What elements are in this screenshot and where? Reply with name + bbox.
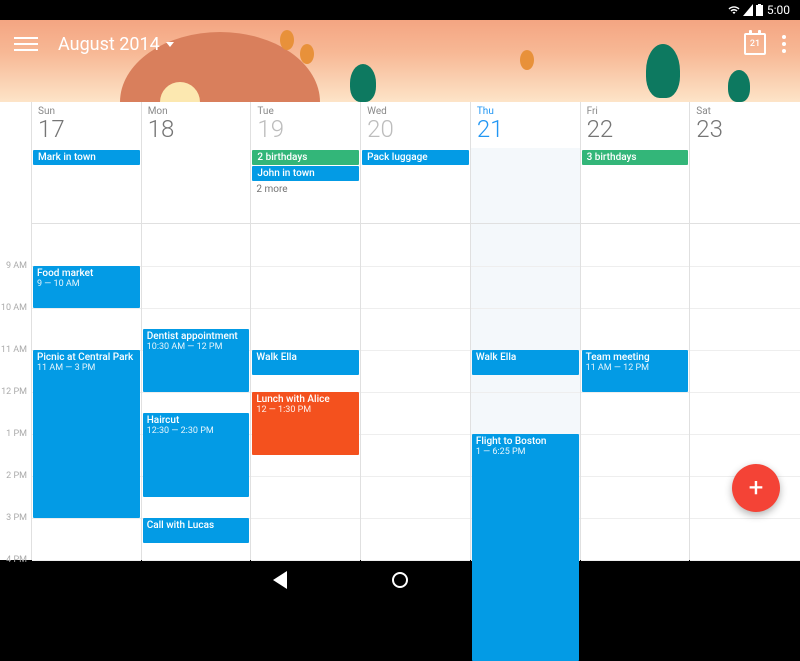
calendar-event[interactable]: Walk Ella xyxy=(252,350,359,375)
circle-home-icon xyxy=(392,572,408,588)
calendar-event[interactable]: Food market9 — 10 AM xyxy=(33,266,140,308)
allday-zone xyxy=(690,148,800,224)
home-button[interactable] xyxy=(390,570,410,590)
event-title: Haircut xyxy=(147,415,246,426)
allday-zone xyxy=(471,148,580,224)
calendar-event[interactable]: Lunch with Alice12 — 1:30 PM xyxy=(252,392,359,455)
timed-zone: Walk Ella Lunch with Alice12 — 1:30 PM xyxy=(251,224,360,560)
event-time: 9 — 10 AM xyxy=(37,279,136,289)
event-time: 12 — 1:30 PM xyxy=(256,405,355,415)
calendar-event[interactable]: Walk Ella xyxy=(472,350,579,375)
calendar-event[interactable]: Call with Lucas xyxy=(143,518,250,543)
day-header[interactable]: Tue19 xyxy=(251,102,360,148)
event-title: Walk Ella xyxy=(476,352,575,363)
event-title: Walk Ella xyxy=(256,352,355,363)
timed-zone: Team meeting11 AM — 12 PM xyxy=(581,224,690,560)
more-events-link[interactable]: 2 more xyxy=(251,182,360,197)
status-time: 5:00 xyxy=(767,3,790,17)
hour-label: 12 PM xyxy=(1,387,27,397)
day-number: 18 xyxy=(148,117,245,141)
calendar-event[interactable]: Flight to Boston1 — 6:25 PM xyxy=(472,434,579,661)
event-title: Food market xyxy=(37,268,136,279)
allday-zone: 2 birthdaysJohn in town2 more xyxy=(251,148,360,224)
days-grid: Sun17 Mark in town Food market9 — 10 AM Pic… xyxy=(32,102,800,560)
timed-zone: Food market9 — 10 AM Picnic at Central Pa… xyxy=(32,224,141,560)
day-column[interactable]: Tue192 birthdaysJohn in town2 moreWalk E… xyxy=(251,102,361,560)
event-time: 11 AM — 12 PM xyxy=(586,363,685,373)
android-nav-bar xyxy=(0,560,800,600)
signal-icon xyxy=(743,4,753,16)
day-number: 17 xyxy=(38,117,135,141)
timed-zone: Walk Ella Flight to Boston1 — 6:25 PM xyxy=(471,224,580,560)
allday-event[interactable]: 2 birthdays xyxy=(252,150,359,165)
month-title: August 2014 xyxy=(58,34,160,55)
time-gutter: 9 AM10 AM11 AM12 PM1 PM2 PM3 PM4 PM xyxy=(0,102,32,560)
today-button[interactable]: 21 xyxy=(744,33,766,55)
event-time: 12:30 — 2:30 PM xyxy=(147,426,246,436)
allday-event[interactable]: Pack luggage xyxy=(362,150,469,165)
day-number: 21 xyxy=(477,117,574,141)
event-title: Flight to Boston xyxy=(476,436,575,447)
allday-zone: Pack luggage xyxy=(361,148,470,224)
day-number: 19 xyxy=(257,117,354,141)
day-number: 20 xyxy=(367,117,464,141)
allday-event[interactable]: 3 birthdays xyxy=(582,150,689,165)
day-header[interactable]: Mon18 xyxy=(142,102,251,148)
event-time: 10:30 AM — 12 PM xyxy=(147,342,246,352)
event-time: 1 — 6:25 PM xyxy=(476,447,575,457)
day-column[interactable]: Wed20 Pack luggage xyxy=(361,102,471,560)
hour-label: 9 AM xyxy=(6,261,27,271)
day-column[interactable]: Thu21 Walk Ella Flight to Boston1 — 6:25 P… xyxy=(471,102,581,560)
allday-zone xyxy=(142,148,251,224)
day-column[interactable]: Mon18 Dentist appointment10:30 AM — 12 PM… xyxy=(142,102,252,560)
event-time: 11 AM — 3 PM xyxy=(37,363,136,373)
hour-label: 3 PM xyxy=(6,513,27,523)
event-title: Team meeting xyxy=(586,352,685,363)
day-number: 23 xyxy=(696,117,794,141)
hour-label: 2 PM xyxy=(6,471,27,481)
event-title: Lunch with Alice xyxy=(256,394,355,405)
hour-label: 4 PM xyxy=(6,555,27,565)
event-title: Call with Lucas xyxy=(147,520,246,531)
day-header[interactable]: Sat23 xyxy=(690,102,800,148)
hour-label: 1 PM xyxy=(6,429,27,439)
timed-zone: Dentist appointment10:30 AM — 12 PM Hairc… xyxy=(142,224,251,560)
month-picker[interactable]: August 2014 xyxy=(58,34,174,55)
more-icon[interactable] xyxy=(782,35,786,53)
day-header[interactable]: Thu21 xyxy=(471,102,580,148)
calendar-event[interactable]: Dentist appointment10:30 AM — 12 PM xyxy=(143,329,250,392)
hour-label: 11 AM xyxy=(1,345,27,355)
day-header[interactable]: Sun17 xyxy=(32,102,141,148)
chevron-down-icon xyxy=(166,42,174,47)
calendar-week-view: 9 AM10 AM11 AM12 PM1 PM2 PM3 PM4 PM Sun1… xyxy=(0,102,800,560)
day-header[interactable]: Wed20 xyxy=(361,102,470,148)
allday-zone: 3 birthdays xyxy=(581,148,690,224)
back-button[interactable] xyxy=(270,570,290,590)
menu-icon[interactable] xyxy=(14,32,38,56)
add-event-fab[interactable]: + xyxy=(732,464,780,512)
allday-event[interactable]: John in town xyxy=(252,166,359,181)
day-column[interactable]: Sun17 Mark in town Food market9 — 10 AM Pic… xyxy=(32,102,142,560)
allday-zone: Mark in town xyxy=(32,148,141,224)
allday-event[interactable]: Mark in town xyxy=(33,150,140,165)
triangle-back-icon xyxy=(273,571,287,589)
android-status-bar: 5:00 xyxy=(0,0,800,20)
wifi-icon xyxy=(728,4,740,16)
app-header: August 2014 21 xyxy=(0,20,800,102)
calendar-event[interactable]: Team meeting11 AM — 12 PM xyxy=(582,350,689,392)
status-icons xyxy=(728,4,763,16)
day-header[interactable]: Fri22 xyxy=(581,102,690,148)
day-column[interactable]: Fri22 3 birthdays Team meeting11 AM — 12 P… xyxy=(581,102,691,560)
event-title: Picnic at Central Park xyxy=(37,352,136,363)
day-number: 22 xyxy=(587,117,684,141)
calendar-event[interactable]: Picnic at Central Park11 AM — 3 PM xyxy=(33,350,140,518)
timed-zone xyxy=(361,224,470,560)
calendar-event[interactable]: Haircut12:30 — 2:30 PM xyxy=(143,413,250,497)
event-title: Dentist appointment xyxy=(147,331,246,342)
battery-icon xyxy=(756,4,763,16)
hour-label: 10 AM xyxy=(1,303,27,313)
